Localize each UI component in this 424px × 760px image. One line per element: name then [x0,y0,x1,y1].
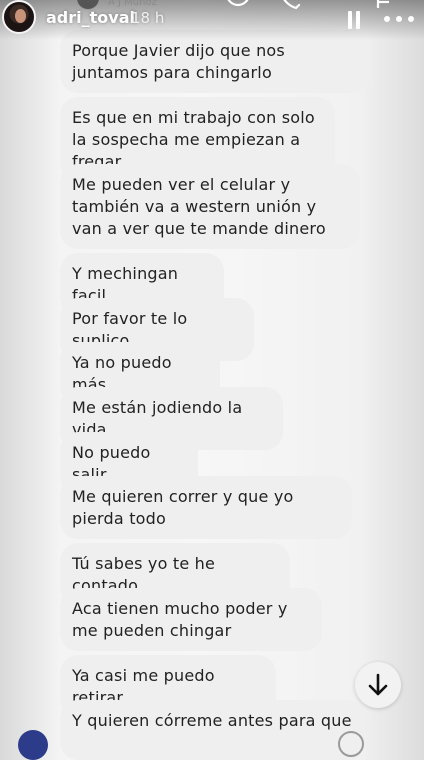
flag-icon[interactable] [374,0,392,10]
pause-icon[interactable] [348,11,362,29]
story-time-ago: 18 h [131,9,165,27]
phone-icon[interactable] [280,0,302,10]
contact-name: A J Munoz [108,0,157,8]
message-bubble: Aca tienen mucho poder y me pueden ching… [60,588,322,651]
scroll-down-button[interactable] [355,662,401,708]
message-bubble: Y quieren córreme antes para que [60,700,366,760]
reply-avatar [18,730,48,760]
avatar[interactable] [2,0,36,34]
heart-icon[interactable] [338,731,364,757]
arrow-down-icon [368,673,388,696]
message-bubble: Me pueden ver el celular y también va a … [60,164,360,249]
emoji-icon[interactable] [225,0,251,10]
more-icon[interactable] [384,16,416,24]
story-header: A J Munoz adri_toval 18 h [0,0,424,40]
story-username[interactable]: adri_toval [46,8,135,27]
message-bubble: Me quieren correr y que yo pierda todo [60,476,352,539]
